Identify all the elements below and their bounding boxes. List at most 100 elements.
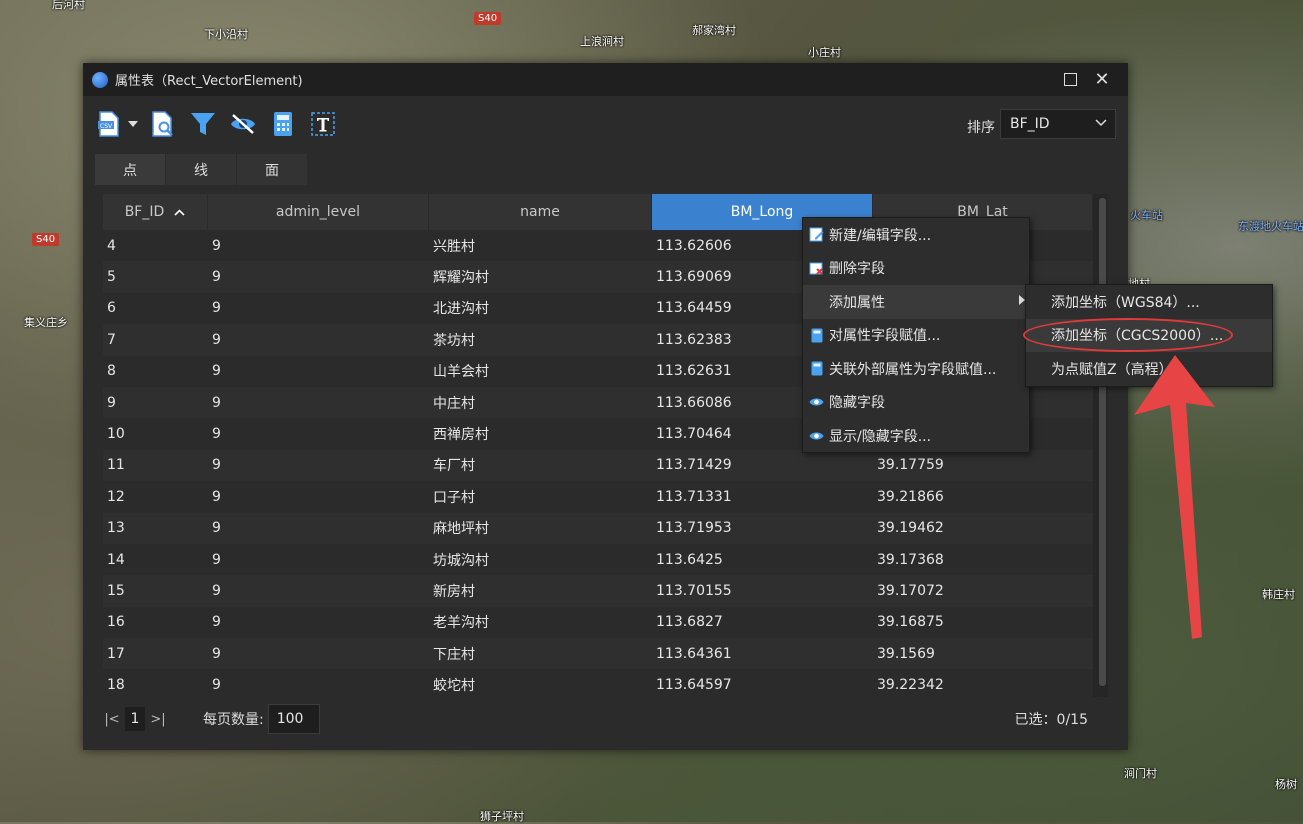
- cell-bf-id[interactable]: 18: [103, 677, 208, 693]
- search-document-button[interactable]: [143, 108, 183, 140]
- cell-name[interactable]: 西禅房村: [429, 424, 652, 444]
- cell-admin-level[interactable]: 9: [208, 395, 429, 411]
- cell-bm-long[interactable]: 113.64597: [652, 677, 873, 693]
- tab-line[interactable]: 线: [166, 154, 237, 185]
- current-page: 1: [125, 707, 145, 731]
- cell-name[interactable]: 老羊沟村: [429, 612, 652, 632]
- per-page-input[interactable]: 100: [267, 704, 320, 734]
- table-row[interactable]: 18 9 蛟坨村 113.64597 39.22342: [103, 669, 1093, 697]
- cell-bf-id[interactable]: 17: [103, 646, 208, 662]
- cell-bf-id[interactable]: 10: [103, 426, 208, 442]
- cell-name[interactable]: 山羊会村: [429, 361, 652, 381]
- export-dropdown-button[interactable]: [123, 108, 143, 140]
- cell-admin-level[interactable]: 9: [208, 489, 429, 505]
- first-page-button[interactable]: |<: [103, 712, 121, 727]
- column-header-admin-level[interactable]: admin_level: [208, 194, 429, 230]
- scrollbar-thumb[interactable]: [1099, 198, 1106, 686]
- menu-item-add-coord-wgs84[interactable]: 添加坐标（WGS84）...: [1026, 285, 1272, 319]
- calculator-button[interactable]: [263, 108, 303, 140]
- menu-item-add-attribute[interactable]: 添加属性: [803, 285, 1029, 319]
- cell-name[interactable]: 坊城沟村: [429, 550, 652, 570]
- cell-admin-level[interactable]: 9: [208, 300, 429, 316]
- menu-item-delete-field[interactable]: 删除字段: [803, 252, 1029, 286]
- tab-polygon[interactable]: 面: [237, 154, 308, 185]
- cell-bf-id[interactable]: 16: [103, 614, 208, 630]
- last-page-button[interactable]: >|: [149, 712, 167, 727]
- cell-name[interactable]: 口子村: [429, 487, 652, 507]
- table-row[interactable]: 13 9 麻地坪村 113.71953 39.19462: [103, 512, 1093, 544]
- text-field-button[interactable]: [303, 108, 343, 140]
- cell-bf-id[interactable]: 9: [103, 395, 208, 411]
- table-row[interactable]: 14 9 坊城沟村 113.6425 39.17368: [103, 543, 1093, 576]
- cell-name[interactable]: 北进沟村: [429, 298, 652, 318]
- cell-bm-lat[interactable]: 39.22342: [873, 677, 1093, 693]
- cell-bm-lat[interactable]: 39.17368: [873, 552, 1093, 568]
- cell-admin-level[interactable]: 9: [208, 238, 429, 254]
- cell-admin-level[interactable]: 9: [208, 677, 429, 693]
- cell-bf-id[interactable]: 8: [103, 363, 208, 379]
- cell-bf-id[interactable]: 15: [103, 583, 208, 599]
- hide-field-button[interactable]: [223, 108, 263, 140]
- table-row[interactable]: 15 9 新房村 113.70155 39.17072: [103, 575, 1093, 607]
- cell-admin-level[interactable]: 9: [208, 363, 429, 379]
- cell-bm-long[interactable]: 113.6425: [652, 552, 873, 568]
- cell-bf-id[interactable]: 11: [103, 457, 208, 473]
- menu-item-hide-field[interactable]: 隐藏字段: [803, 386, 1029, 420]
- title-bar[interactable]: 属性表（Rect_VectorElement) ✕: [83, 63, 1128, 96]
- cell-bm-long[interactable]: 113.71953: [652, 520, 873, 536]
- cell-bm-lat[interactable]: 39.17072: [873, 583, 1093, 599]
- cell-name[interactable]: 蛟坨村: [429, 675, 652, 695]
- cell-admin-level[interactable]: 9: [208, 646, 429, 662]
- cell-name[interactable]: 兴胜村: [429, 236, 652, 256]
- cell-bf-id[interactable]: 6: [103, 300, 208, 316]
- cell-bf-id[interactable]: 12: [103, 489, 208, 505]
- cell-bm-lat[interactable]: 39.21866: [873, 489, 1093, 505]
- menu-item-new-edit-field[interactable]: 新建/编辑字段...: [803, 218, 1029, 252]
- cell-admin-level[interactable]: 9: [208, 583, 429, 599]
- cell-name[interactable]: 辉耀沟村: [429, 267, 652, 287]
- cell-bm-long[interactable]: 113.70155: [652, 583, 873, 599]
- cell-bm-long[interactable]: 113.6827: [652, 614, 873, 630]
- cell-bm-lat[interactable]: 39.17759: [873, 457, 1093, 473]
- cell-name[interactable]: 车厂村: [429, 455, 652, 475]
- cell-admin-level[interactable]: 9: [208, 614, 429, 630]
- vertical-scrollbar[interactable]: [1097, 194, 1108, 697]
- close-button[interactable]: ✕: [1086, 63, 1118, 96]
- cell-bm-long[interactable]: 113.64361: [652, 646, 873, 662]
- table-row[interactable]: 12 9 口子村 113.71331 39.21866: [103, 481, 1093, 513]
- cell-admin-level[interactable]: 9: [208, 552, 429, 568]
- tab-point[interactable]: 点: [95, 154, 166, 185]
- cell-bf-id[interactable]: 4: [103, 238, 208, 254]
- cell-bf-id[interactable]: 13: [103, 520, 208, 536]
- column-header-bf-id[interactable]: BF_ID: [103, 194, 208, 230]
- cell-bf-id[interactable]: 14: [103, 552, 208, 568]
- cell-bm-lat[interactable]: 39.19462: [873, 520, 1093, 536]
- cell-admin-level[interactable]: 9: [208, 520, 429, 536]
- sort-field-select[interactable]: BF_ID: [1000, 109, 1116, 139]
- table-row[interactable]: 11 9 车厂村 113.71429 39.17759: [103, 449, 1093, 482]
- export-csv-button[interactable]: CSV: [95, 108, 123, 140]
- maximize-button[interactable]: [1054, 63, 1086, 96]
- cell-bf-id[interactable]: 7: [103, 332, 208, 348]
- menu-item-show-hide-fields[interactable]: 显示/隐藏字段...: [803, 419, 1029, 453]
- cell-bm-lat[interactable]: 39.16875: [873, 614, 1093, 630]
- column-header-name[interactable]: name: [429, 194, 652, 230]
- cell-admin-level[interactable]: 9: [208, 269, 429, 285]
- cell-bm-long[interactable]: 113.71429: [652, 457, 873, 473]
- cell-name[interactable]: 茶坊村: [429, 330, 652, 350]
- cell-admin-level[interactable]: 9: [208, 332, 429, 348]
- cell-bf-id[interactable]: 5: [103, 269, 208, 285]
- cell-admin-level[interactable]: 9: [208, 426, 429, 442]
- cell-bm-long[interactable]: 113.71331: [652, 489, 873, 505]
- table-row[interactable]: 16 9 老羊沟村 113.6827 39.16875: [103, 606, 1093, 639]
- cell-name[interactable]: 新房村: [429, 581, 652, 601]
- cell-name[interactable]: 麻地坪村: [429, 518, 652, 538]
- cell-name[interactable]: 中庄村: [429, 393, 652, 413]
- cell-bm-lat[interactable]: 39.1569: [873, 646, 1093, 662]
- cell-name[interactable]: 下庄村: [429, 644, 652, 664]
- filter-button[interactable]: [183, 108, 223, 140]
- cell-admin-level[interactable]: 9: [208, 457, 429, 473]
- menu-item-assign-field-value[interactable]: 对属性字段赋值...: [803, 319, 1029, 353]
- menu-item-join-external-attribute[interactable]: 关联外部属性为字段赋值...: [803, 352, 1029, 386]
- table-row[interactable]: 17 9 下庄村 113.64361 39.1569: [103, 638, 1093, 670]
